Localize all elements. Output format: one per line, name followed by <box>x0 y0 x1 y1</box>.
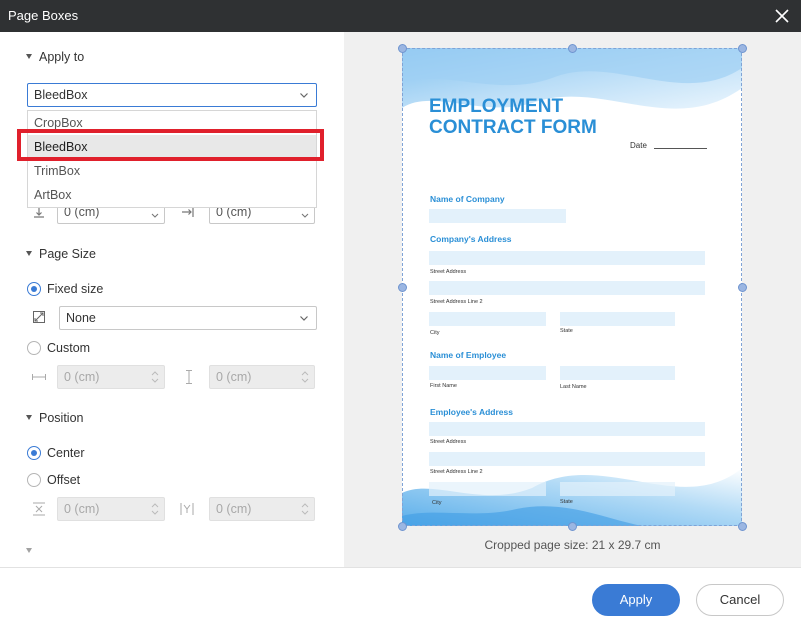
resize-handle-top-right[interactable] <box>738 44 747 53</box>
dropdown-option-artbox[interactable]: ArtBox <box>28 183 316 207</box>
next-section-heading-clipped <box>26 544 39 558</box>
collapse-triangle-icon <box>26 415 32 420</box>
cropped-size-caption: Cropped page size: 21 x 29.7 cm <box>484 538 661 552</box>
resize-handle-right[interactable] <box>738 283 747 292</box>
dialog-title: Page Boxes <box>8 8 79 23</box>
close-icon[interactable] <box>773 7 791 25</box>
spinner-arrows-icon <box>301 371 309 383</box>
radio-unselected-icon[interactable] <box>27 341 41 355</box>
radio-unselected-icon[interactable] <box>27 473 41 487</box>
chevron-down-icon <box>300 316 308 321</box>
crop-size-icon <box>33 311 45 323</box>
y-offset-icon <box>180 503 194 515</box>
dialog-footer: Apply Cancel <box>0 567 801 630</box>
custom-width-input[interactable]: 0 (cm) <box>57 365 165 389</box>
height-icon <box>186 370 192 384</box>
resize-handle-left[interactable] <box>398 283 407 292</box>
collapse-triangle-icon <box>26 251 32 256</box>
radio-selected-icon[interactable] <box>27 446 41 460</box>
collapse-triangle-icon <box>26 54 32 59</box>
title-bar: Page Boxes <box>0 0 801 32</box>
resize-handle-bottom[interactable] <box>568 522 577 531</box>
resize-handle-top-left[interactable] <box>398 44 407 53</box>
spinner-arrows-icon <box>151 503 159 515</box>
page-boxes-dialog: Page Boxes Apply to BleedBox CropBox Ble… <box>0 0 801 630</box>
custom-height-input[interactable]: 0 (cm) <box>209 365 315 389</box>
highlight-box <box>17 129 324 161</box>
offset-y-input[interactable]: 0 (cm) <box>209 497 315 521</box>
settings-panel: Apply to BleedBox CropBox BleedBox TrimB… <box>0 32 344 567</box>
spinner-arrows-icon <box>151 371 159 383</box>
apply-button[interactable]: Apply <box>592 584 680 616</box>
chevron-down-icon <box>300 93 308 98</box>
resize-handle-bottom-left[interactable] <box>398 522 407 531</box>
width-icon <box>32 374 46 380</box>
page-size-heading[interactable]: Page Size <box>26 247 96 261</box>
bleed-box-outline <box>402 48 742 526</box>
apply-to-heading[interactable]: Apply to <box>26 50 84 64</box>
fixed-size-select[interactable]: None <box>59 306 317 330</box>
apply-to-select[interactable]: BleedBox <box>27 83 317 107</box>
preview-panel: EMPLOYMENT CONTRACT FORM Date Name of Co… <box>344 32 801 567</box>
resize-handle-bottom-right[interactable] <box>738 522 747 531</box>
x-offset-icon <box>33 502 45 516</box>
radio-selected-icon[interactable] <box>27 282 41 296</box>
offset-x-input[interactable]: 0 (cm) <box>57 497 165 521</box>
dropdown-option-trimbox[interactable]: TrimBox <box>28 159 316 183</box>
collapse-triangle-icon <box>26 548 32 553</box>
apply-to-selected-value: BleedBox <box>34 88 88 102</box>
position-heading[interactable]: Position <box>26 411 83 425</box>
cancel-button[interactable]: Cancel <box>696 584 784 616</box>
spinner-arrows-icon <box>301 503 309 515</box>
resize-handle-top[interactable] <box>568 44 577 53</box>
